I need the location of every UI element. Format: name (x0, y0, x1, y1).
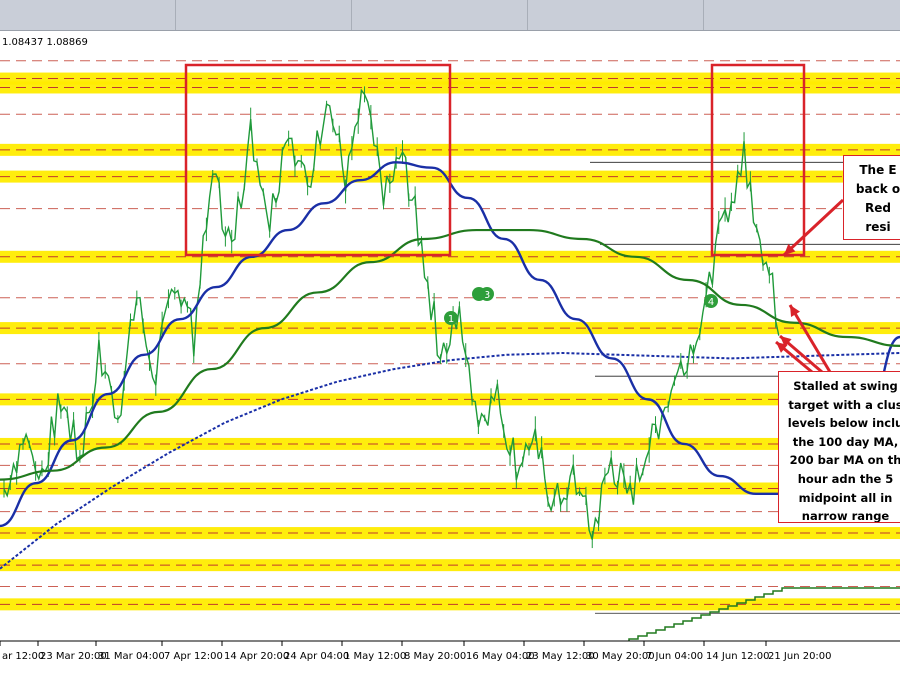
annotation-line: back o (855, 182, 900, 196)
x-tick-label: 30 May 20:00 (586, 651, 655, 662)
x-tick-label: 23 Mar 20:00 (40, 651, 107, 662)
annotation-line: hour adn the 5 (797, 471, 894, 486)
annotation-line: 200 bar MA on th (789, 453, 900, 468)
x-tick-label: 1 May 12:00 (344, 651, 406, 662)
annotation-line: midpoint all in (798, 490, 893, 505)
annotation-box-top: The E back o Red resi (843, 155, 900, 240)
chart-window: 134 ar 12:00 23 Mar 20:00 31 Mar 04:00 7 Ap… (0, 0, 900, 674)
annotation-line: narrow range (801, 509, 890, 523)
swing-marker-label: 4 (708, 297, 714, 308)
x-tick-label: 7 Apr 12:00 (164, 651, 223, 662)
annotation-box-bottom: Stalled at swing target with a clus leve… (778, 371, 900, 523)
step-indicator (620, 587, 900, 643)
annotation-line: The E (859, 163, 897, 177)
x-tick-label: 7 Jun 04:00 (646, 651, 703, 662)
x-axis: ar 12:0023 Mar 20:0031 Mar 04:00 7 Apr 12… (0, 640, 900, 674)
range-box-right (710, 63, 806, 257)
range-boxes (184, 63, 806, 257)
price-line (3, 88, 780, 540)
x-tick-label: 8 May 20:00 (404, 651, 466, 662)
x-tick-label: 23 May 12:00 (526, 651, 595, 662)
x-tick-label: 14 Jun 12:00 (706, 651, 770, 662)
x-tick-label: 24 Apr 04:00 (284, 651, 349, 662)
swing-marker-hidden (472, 287, 486, 301)
annotation-line: Red (865, 201, 891, 215)
x-tick-label: 21 Jun 20:00 (768, 651, 832, 662)
annotation-line: levels below inclu (787, 416, 900, 431)
x-tick-label: 14 Apr 20:00 (224, 651, 289, 662)
x-tick-label: ar 12:00 (2, 651, 44, 662)
swing-marker-label: 1 (448, 314, 454, 325)
x-tick-label: 31 Mar 04:00 (98, 651, 165, 662)
annotation-line: Stalled at swing (793, 379, 898, 393)
annotation-arrows (775, 198, 845, 374)
annotation-line: the 100 day MA, (792, 434, 899, 449)
price-chart[interactable]: 134 ar 12:0023 Mar 20:0031 Mar 04:00 7 Ap… (0, 0, 900, 674)
x-tick-label: 16 May 04:00 (466, 651, 535, 662)
annotation-line: resi (865, 220, 891, 234)
step-path (620, 587, 900, 643)
annotation-line: target with a clus (788, 397, 900, 412)
ohlc-readout: 1.08437 1.08869 (2, 37, 88, 48)
